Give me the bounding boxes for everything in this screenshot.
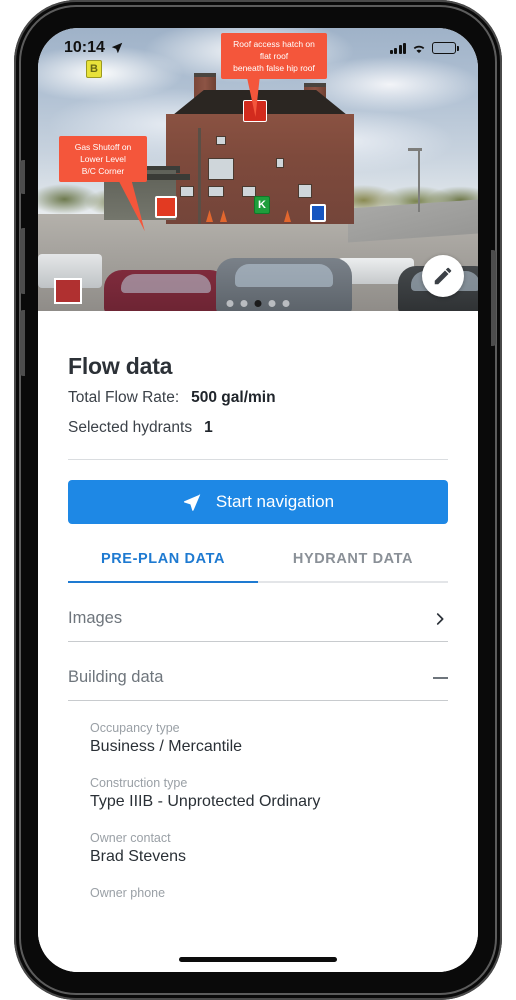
field-value: Type IIIB - Unprotected Ordinary xyxy=(90,793,321,810)
chimney-cap xyxy=(194,73,216,77)
building-window xyxy=(208,186,224,197)
callout-line-2: B/C Corner xyxy=(81,166,125,176)
photo-page-indicator[interactable] xyxy=(226,300,290,307)
page-dot[interactable] xyxy=(268,300,276,307)
marker-label: B xyxy=(90,62,98,75)
start-navigation-button[interactable]: Start navigation xyxy=(68,480,448,524)
minus-icon xyxy=(433,676,448,679)
building-window xyxy=(216,136,226,145)
page-dot[interactable] xyxy=(240,300,248,307)
home-indicator[interactable] xyxy=(179,957,337,962)
page-dot[interactable] xyxy=(226,300,234,307)
volume-up-button[interactable] xyxy=(20,228,25,294)
pencil-icon xyxy=(434,267,452,285)
battery-full-icon xyxy=(432,42,459,54)
start-navigation-label: Start navigation xyxy=(215,492,335,511)
field-label: Owner contact xyxy=(90,831,171,845)
callout-line-1: Gas Shutoff on Lower Level xyxy=(74,142,132,164)
location-arrow-icon xyxy=(111,42,123,54)
divider xyxy=(68,459,448,460)
field-label: Occupancy type xyxy=(90,721,180,735)
tab-pre-plan-data[interactable]: PRE-PLAN DATA xyxy=(68,551,258,581)
page-dot-active[interactable] xyxy=(254,300,262,307)
page-dot[interactable] xyxy=(282,300,290,307)
navigation-arrow-icon xyxy=(183,493,201,511)
volume-down-button[interactable] xyxy=(20,310,25,376)
status-bar-right xyxy=(389,42,459,55)
building-window xyxy=(208,158,234,180)
section-building-data[interactable]: Building data xyxy=(68,642,448,701)
selected-hydrants-row: Selected hydrants 1 xyxy=(68,419,448,437)
car-windshield xyxy=(121,274,211,293)
selected-hydrants-label: Selected hydrants xyxy=(68,419,193,436)
selected-hydrants-value: 1 xyxy=(204,419,213,436)
edit-photo-button[interactable] xyxy=(422,255,464,297)
tab-hydrant-data[interactable]: HYDRANT DATA xyxy=(258,551,448,581)
section-images[interactable]: Images xyxy=(68,583,448,642)
car-windshield xyxy=(235,263,333,288)
wifi-icon xyxy=(413,45,425,53)
street-sign xyxy=(54,278,82,304)
tab-label: PRE-PLAN DATA xyxy=(100,551,226,567)
section-title-building-data: Building data xyxy=(68,668,164,686)
field-owner-contact: Owner contact Brad Stevens xyxy=(68,831,448,866)
marker-label: K xyxy=(258,198,266,211)
preplan-photo[interactable]: B K Roof access hatch on flat roof benea… xyxy=(38,28,478,311)
field-label: Construction type xyxy=(90,776,188,790)
total-flow-rate-value: 500 gal/min xyxy=(191,389,276,406)
chevron-right-icon xyxy=(436,612,444,625)
field-occupancy-type: Occupancy type Business / Mercantile xyxy=(68,721,448,756)
power-button[interactable] xyxy=(491,250,496,346)
tab-bar: PRE-PLAN DATA HYDRANT DATA xyxy=(68,551,448,581)
building-window xyxy=(298,184,312,198)
status-bar-left: 10:14 xyxy=(64,39,124,57)
tab-label: HYDRANT DATA xyxy=(292,551,414,567)
detail-content: Flow data Total Flow Rate: 500 gal/min S… xyxy=(38,311,478,972)
parked-car xyxy=(104,270,228,311)
building-window xyxy=(276,158,284,168)
device-screen: B K Roof access hatch on flat roof benea… xyxy=(38,28,478,972)
page-title: Flow data xyxy=(68,353,173,379)
light-pole xyxy=(418,148,420,212)
utility-pole xyxy=(198,128,201,224)
status-bar: 10:14 xyxy=(38,28,478,64)
status-time: 10:14 xyxy=(64,39,105,56)
chimney-cap xyxy=(304,83,326,87)
field-owner-phone: Owner phone xyxy=(68,886,448,900)
field-label: Owner phone xyxy=(90,886,166,900)
field-value: Brad Stevens xyxy=(90,848,187,865)
section-title-images: Images xyxy=(68,609,123,627)
light-pole-arm xyxy=(408,148,422,151)
cellular-signal-icon xyxy=(389,42,406,54)
field-construction-type: Construction type Type IIIB - Unprotecte… xyxy=(68,776,448,811)
total-flow-rate-row: Total Flow Rate: 500 gal/min xyxy=(68,389,448,407)
silent-switch-button[interactable] xyxy=(20,160,25,194)
utility-marker[interactable] xyxy=(310,204,326,222)
knox-box-marker[interactable]: K xyxy=(254,196,270,214)
total-flow-rate-label: Total Flow Rate: xyxy=(68,389,180,406)
gas-shutoff-marker[interactable] xyxy=(155,196,177,218)
callout-gas-shutoff[interactable]: Gas Shutoff on Lower Level B/C Corner xyxy=(59,136,153,235)
field-value: Business / Mercantile xyxy=(90,738,243,755)
tab-active-underline xyxy=(68,581,258,583)
building-window xyxy=(180,186,194,197)
phone-device-frame: B K Roof access hatch on flat roof benea… xyxy=(14,0,502,1000)
